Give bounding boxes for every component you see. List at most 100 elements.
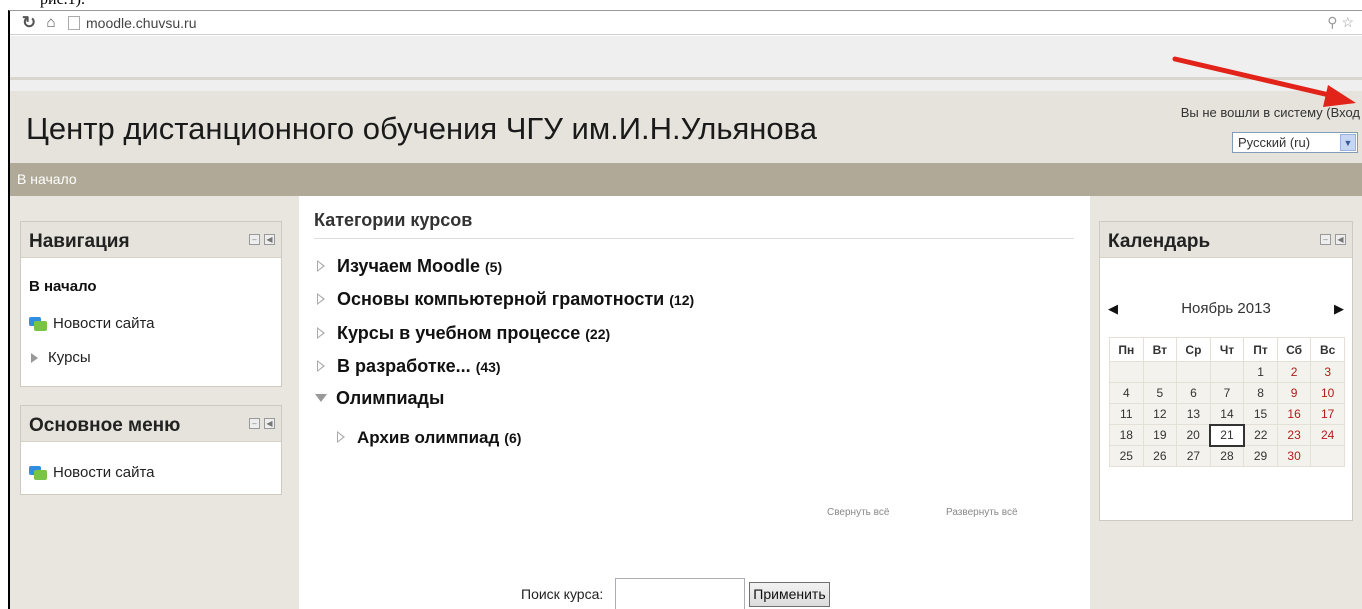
category-item[interactable]: В разработке... (43)	[317, 356, 501, 377]
minimize-icon[interactable]: –	[249, 234, 260, 245]
category-count: (5)	[485, 259, 503, 275]
navigation-courses-label: Курсы	[48, 349, 91, 366]
navigation-site-news[interactable]: Новости сайта	[29, 315, 155, 332]
category-count: (12)	[669, 292, 695, 308]
search-input[interactable]	[615, 578, 746, 609]
calendar-day[interactable]: 12	[1142, 403, 1178, 425]
forward-icon[interactable]: ▸	[10, 16, 18, 30]
zoom-star-icons[interactable]: ⚲☆	[1327, 14, 1358, 31]
calendar-day[interactable]: 8	[1243, 382, 1278, 404]
main-menu-site-news[interactable]: Новости сайта	[29, 464, 155, 481]
expand-icon	[31, 352, 38, 363]
expand-icon[interactable]	[337, 431, 345, 443]
calendar-nav: ◀ Ноябрь 2013 ▶	[1100, 300, 1352, 317]
prev-month-icon[interactable]: ◀	[1108, 301, 1118, 317]
main-menu-block-title: Основное меню	[29, 415, 181, 436]
calendar-day[interactable]: 11	[1109, 403, 1144, 425]
calendar-day[interactable]: 22	[1243, 424, 1278, 446]
calendar-day[interactable]: 16	[1276, 403, 1312, 425]
calendar-day[interactable]: 27	[1176, 445, 1211, 467]
category-name[interactable]: Курсы в учебном процессе	[337, 323, 580, 344]
navigation-courses[interactable]: Курсы	[29, 349, 91, 366]
category-name[interactable]: Архив олимпиад	[357, 428, 499, 448]
category-item[interactable]: Курсы в учебном процессе (22)	[317, 323, 610, 344]
calendar-day[interactable]: 9	[1276, 382, 1312, 404]
calendar-day[interactable]: 14	[1209, 403, 1245, 425]
course-search: Поиск курса: Применить	[521, 578, 830, 609]
category-item[interactable]: Основы компьютерной грамотности (12)	[317, 289, 694, 310]
calendar-day[interactable]: 19	[1142, 424, 1178, 446]
calendar-day[interactable]: 2	[1276, 361, 1312, 383]
calendar-block: Календарь – ◀ ◀ Ноябрь 2013 ▶ Пн Вт Ср Чт Пт…	[1099, 221, 1353, 521]
calendar-day[interactable]: 18	[1109, 424, 1144, 446]
calendar-weekday: Пн	[1109, 337, 1144, 362]
calendar-day[interactable]: 4	[1109, 382, 1144, 404]
calendar-empty-cell	[1176, 361, 1211, 383]
page: рис.1). ▸ ↻ ⌂ moodle.chuvsu.ru ⚲☆ Центр …	[0, 0, 1362, 609]
calendar-day[interactable]: 29	[1243, 445, 1278, 467]
calendar-day[interactable]: 10	[1310, 382, 1345, 404]
dock-icon[interactable]: ◀	[264, 234, 275, 245]
address-bar: ▸ ↻ ⌂ moodle.chuvsu.ru ⚲☆	[10, 11, 1362, 35]
expand-icon[interactable]	[317, 327, 325, 339]
calendar-day[interactable]: 15	[1243, 403, 1278, 425]
calendar-day[interactable]: 3	[1310, 361, 1345, 383]
subcategory-item[interactable]: Архив олимпиад (6)	[337, 428, 521, 448]
calendar-block-title: Календарь	[1108, 231, 1211, 252]
calendar-week: 4 5 6 7 8 9 10	[1109, 382, 1345, 404]
dock-icon[interactable]: ◀	[264, 418, 275, 429]
calendar-day[interactable]: 26	[1142, 445, 1178, 467]
document-caption: рис.1).	[40, 0, 85, 9]
next-month-icon[interactable]: ▶	[1334, 301, 1344, 317]
calendar-day[interactable]: 23	[1276, 424, 1312, 446]
calendar-day[interactable]: 21	[1209, 423, 1245, 447]
category-name[interactable]: Изучаем Moodle	[337, 256, 480, 277]
navigation-home-link[interactable]: В начало	[29, 278, 97, 295]
calendar-day[interactable]: 1	[1243, 361, 1278, 383]
calendar-day[interactable]: 13	[1176, 403, 1211, 425]
expand-icon[interactable]	[317, 293, 325, 305]
calendar-week: 11 12 13 14 15 16 17	[1109, 403, 1345, 425]
calendar-weekday: Сб	[1276, 337, 1312, 362]
calendar-day[interactable]: 24	[1310, 424, 1345, 446]
category-name[interactable]: Олимпиады	[336, 388, 444, 409]
minimize-icon[interactable]: –	[1320, 234, 1331, 245]
calendar-day[interactable]: 30	[1276, 445, 1312, 467]
url-field[interactable]: moodle.chuvsu.ru	[86, 15, 197, 31]
dock-icon[interactable]: ◀	[1335, 234, 1346, 245]
calendar-empty-cell	[1310, 445, 1345, 467]
category-count: (22)	[585, 326, 611, 342]
category-item-expanded[interactable]: Олимпиады	[315, 388, 444, 409]
expand-icon[interactable]	[317, 360, 325, 372]
calendar-day[interactable]: 17	[1310, 403, 1345, 425]
category-name[interactable]: Основы компьютерной грамотности	[337, 289, 664, 310]
category-item[interactable]: Изучаем Moodle (5)	[317, 256, 502, 277]
calendar-week: 18 19 20 21 22 23 24	[1109, 423, 1345, 447]
search-button[interactable]: Применить	[749, 581, 830, 607]
language-select[interactable]: Русский (ru) ▼	[1232, 132, 1358, 153]
navigation-block-header: Навигация – ◀	[21, 222, 281, 258]
calendar-weekday: Чт	[1209, 337, 1245, 362]
category-name[interactable]: В разработке...	[337, 356, 471, 377]
expand-all-link[interactable]: Развернуть всё	[946, 507, 1018, 518]
calendar-weekday: Ср	[1176, 337, 1211, 362]
calendar-day[interactable]: 6	[1176, 382, 1211, 404]
calendar-day[interactable]: 7	[1209, 382, 1245, 404]
expand-icon[interactable]	[317, 260, 325, 272]
chevron-down-icon[interactable]: ▼	[1340, 134, 1356, 151]
calendar-day[interactable]: 20	[1176, 424, 1211, 446]
browser-window: ▸ ↻ ⌂ moodle.chuvsu.ru ⚲☆ Центр дистанци…	[8, 10, 1362, 609]
calendar-table: Пн Вт Ср Чт Пт Сб Вс 1 2 3 4 5 6 7 8 9 10 11 12 13 14 15 16 17…	[1109, 337, 1345, 467]
home-icon[interactable]: ⌂	[40, 14, 62, 31]
collapse-all-link[interactable]: Свернуть всё	[827, 507, 889, 518]
minimize-icon[interactable]: –	[249, 418, 260, 429]
calendar-month: Ноябрь 2013	[1181, 300, 1271, 317]
collapse-icon[interactable]	[315, 394, 327, 402]
calendar-weekday: Вс	[1310, 337, 1345, 362]
calendar-day[interactable]: 25	[1109, 445, 1144, 467]
calendar-day[interactable]: 5	[1142, 382, 1178, 404]
calendar-day[interactable]: 28	[1209, 445, 1245, 467]
divider	[314, 238, 1074, 239]
breadcrumb-home[interactable]: В начало	[17, 171, 77, 187]
reload-icon[interactable]: ↻	[18, 13, 40, 33]
